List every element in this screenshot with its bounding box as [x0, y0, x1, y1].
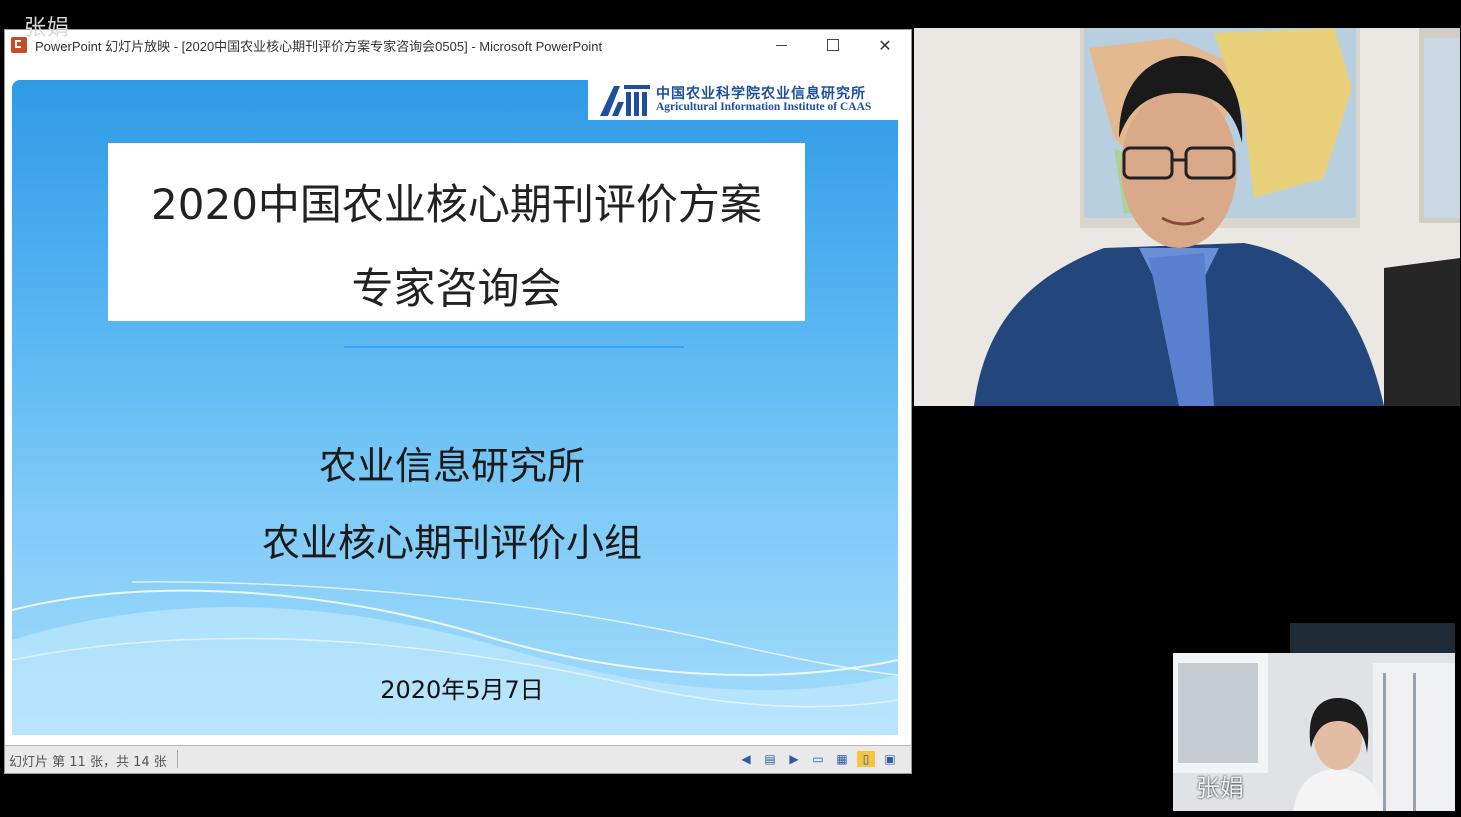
- organization-line2: 农业核心期刊评价小组: [261, 521, 642, 565]
- window-controls: ✕: [755, 30, 911, 60]
- menu-icon[interactable]: ▤: [761, 751, 779, 767]
- institute-logo-box: 中国农业科学院农业信息研究所 Agricultural Information …: [588, 80, 898, 120]
- speaker-video-frame: [914, 28, 1460, 406]
- normal-view-icon[interactable]: ▭: [809, 751, 827, 767]
- small-tile-header: [1290, 623, 1455, 653]
- slide-title-line1: 2020中国农业核心期刊评价方案: [151, 180, 762, 229]
- organization-line1: 农业信息研究所: [318, 444, 585, 488]
- slide-canvas[interactable]: 中国农业科学院农业信息研究所 Agricultural Information …: [12, 80, 898, 735]
- window-titlebar: PowerPoint 幻灯片放映 - [2020中国农业核心期刊评价方案专家咨询…: [5, 30, 911, 60]
- slide-counter: 幻灯片 第 11 张，共 14 张: [9, 755, 167, 770]
- decorative-wave: [12, 581, 898, 735]
- powerpoint-window: PowerPoint 幻灯片放映 - [2020中国农业核心期刊评价方案专家咨询…: [4, 29, 912, 774]
- close-button[interactable]: ✕: [859, 30, 911, 60]
- status-bar: 幻灯片 第 11 张，共 14 张 ◀ ▤ ▶ ▭ ▦ ▯ ▣: [5, 745, 911, 773]
- slide-title-box: 2020中国农业核心期刊评价方案 专家咨询会: [108, 143, 805, 321]
- logo-english-text: Agricultural Information Institute of CA…: [656, 101, 872, 113]
- close-icon: ✕: [878, 35, 892, 55]
- status-separator: [177, 750, 178, 768]
- next-icon[interactable]: ▶: [785, 751, 803, 767]
- reading-view-icon[interactable]: ▯: [857, 751, 875, 767]
- minimize-button[interactable]: [755, 30, 807, 60]
- maximize-icon: [827, 39, 839, 51]
- presenter-label: 张娟: [24, 16, 71, 41]
- slide-sorter-icon[interactable]: ▦: [833, 751, 851, 767]
- participant-name: 张娟: [1196, 774, 1244, 802]
- title-divider: [344, 346, 684, 348]
- logo-chinese-text: 中国农业科学院农业信息研究所: [656, 86, 866, 102]
- view-controls: ◀ ▤ ▶ ▭ ▦ ▯ ▣: [737, 751, 899, 767]
- minimize-icon: [775, 44, 787, 46]
- speaker-video[interactable]: [914, 28, 1460, 406]
- window-title: PowerPoint 幻灯片放映 - [2020中国农业核心期刊评价方案专家咨询…: [35, 38, 603, 54]
- prev-icon[interactable]: ◀: [737, 751, 755, 767]
- institute-logo-icon: [600, 85, 650, 116]
- slide-title-line2: 专家咨询会: [351, 264, 562, 313]
- slideshow-icon[interactable]: ▣: [881, 751, 899, 767]
- maximize-button[interactable]: [807, 30, 859, 60]
- slide-date: 2020年5月7日: [380, 676, 544, 704]
